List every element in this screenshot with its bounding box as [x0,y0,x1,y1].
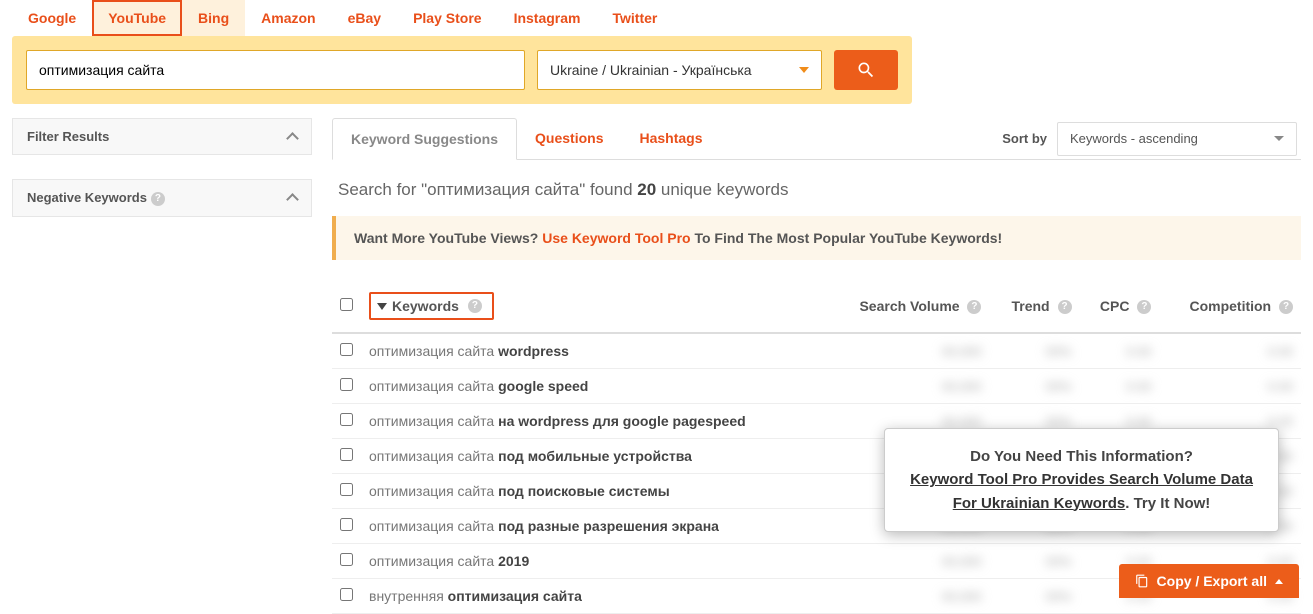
copy-icon [1135,574,1149,588]
main-content: Keyword Suggestions Questions Hashtags S… [332,118,1301,614]
tab-twitter[interactable]: Twitter [596,0,673,36]
search-volume-cell: 00,000 [826,333,989,369]
tab-google[interactable]: Google [12,0,92,36]
row-checkbox[interactable] [340,378,353,391]
trend-cell: 00% [989,579,1079,614]
keyword-cell: оптимизация сайта под разные разрешения … [361,509,826,544]
upsell-overlay: Do You Need This Information? Keyword To… [884,428,1279,532]
help-icon: ? [1279,300,1293,314]
keyword-cell: внутренняя оптимизация сайта [361,579,826,614]
tab-instagram[interactable]: Instagram [498,0,597,36]
row-checkbox[interactable] [340,448,353,461]
cpc-cell: 0.00 [1080,333,1160,369]
export-button[interactable]: Copy / Export all [1119,564,1299,598]
chevron-up-icon [286,193,299,206]
source-tabs: Google YouTube Bing Amazon eBay Play Sto… [0,0,1313,36]
chevron-up-icon [1275,579,1283,584]
sort-select[interactable]: Keywords - ascending [1057,122,1297,156]
keyword-cell: оптимизация сайта на wordpress для googl… [361,404,826,439]
results-summary: Search for "оптимизация сайта" found 20 … [332,160,1301,216]
tab-playstore[interactable]: Play Store [397,0,497,36]
promo-banner: Want More YouTube Views? Use Keyword Too… [332,216,1301,260]
row-checkbox[interactable] [340,553,353,566]
help-icon: ? [151,192,165,206]
sort-desc-icon [377,303,387,310]
table-row: оптимизация сайта google speed00,00000%0… [332,369,1301,404]
tab-amazon[interactable]: Amazon [245,0,331,36]
keyword-cell: оптимизация сайта google speed [361,369,826,404]
row-checkbox[interactable] [340,343,353,356]
row-checkbox[interactable] [340,483,353,496]
locale-select[interactable]: Ukraine / Ukrainian - Українська [537,50,822,90]
search-volume-cell: 00,000 [826,369,989,404]
sort-value: Keywords - ascending [1070,131,1198,146]
cpc-cell: 0.00 [1080,369,1160,404]
col-search-volume[interactable]: Search Volume ? [826,280,989,333]
trend-cell: 00% [989,369,1079,404]
search-panel: Ukraine / Ukrainian - Українська [12,36,912,104]
col-competition[interactable]: Competition ? [1159,280,1301,333]
negative-keywords-panel[interactable]: Negative Keywords? [12,179,312,217]
search-icon [856,60,876,80]
result-tabs: Keyword Suggestions Questions Hashtags [332,118,721,159]
row-checkbox[interactable] [340,588,353,601]
tab-bing[interactable]: Bing [182,0,245,36]
competition-cell: 0.00 [1159,333,1301,369]
tab-ebay[interactable]: eBay [332,0,397,36]
row-checkbox[interactable] [340,518,353,531]
negative-keywords-label: Negative Keywords? [27,190,165,206]
keyword-cell: оптимизация сайта 2019 [361,544,826,579]
help-icon: ? [1137,300,1151,314]
filter-results-label: Filter Results [27,129,109,144]
row-checkbox[interactable] [340,413,353,426]
table-row: оптимизация сайта wordpress00,00000%0.00… [332,333,1301,369]
search-button[interactable] [834,50,898,90]
select-all-checkbox[interactable] [340,298,353,311]
chevron-up-icon [286,132,299,145]
search-volume-cell: 00,000 [826,544,989,579]
tab-keyword-suggestions[interactable]: Keyword Suggestions [332,118,517,160]
competition-cell: 0.00 [1159,369,1301,404]
col-keywords[interactable]: Keywords? [361,280,826,333]
chevron-down-icon [1274,136,1284,141]
keyword-cell: оптимизация сайта wordpress [361,333,826,369]
sort-label: Sort by [1002,131,1047,146]
trend-cell: 00% [989,544,1079,579]
filter-results-panel[interactable]: Filter Results [12,118,312,155]
overlay-heading: Do You Need This Information? [905,445,1258,468]
trend-cell: 00% [989,333,1079,369]
sidebar: Filter Results Negative Keywords? [12,118,312,217]
chevron-down-icon [799,67,809,73]
help-icon: ? [468,299,482,313]
locale-value: Ukraine / Ukrainian - Українська [550,62,752,78]
keyword-cell: оптимизация сайта под мобильные устройст… [361,439,826,474]
col-cpc[interactable]: CPC ? [1080,280,1160,333]
promo-link[interactable]: Use Keyword Tool Pro [542,230,690,246]
col-trend[interactable]: Trend ? [989,280,1079,333]
tab-questions[interactable]: Questions [517,118,621,159]
help-icon: ? [967,300,981,314]
tab-hashtags[interactable]: Hashtags [622,118,721,159]
search-volume-cell: 00,000 [826,579,989,614]
tab-youtube[interactable]: YouTube [92,0,182,36]
sort-control: Sort by Keywords - ascending [1002,122,1301,156]
keyword-cell: оптимизация сайта под поисковые системы [361,474,826,509]
export-label: Copy / Export all [1157,573,1267,589]
help-icon: ? [1058,300,1072,314]
keyword-input[interactable] [26,50,525,90]
